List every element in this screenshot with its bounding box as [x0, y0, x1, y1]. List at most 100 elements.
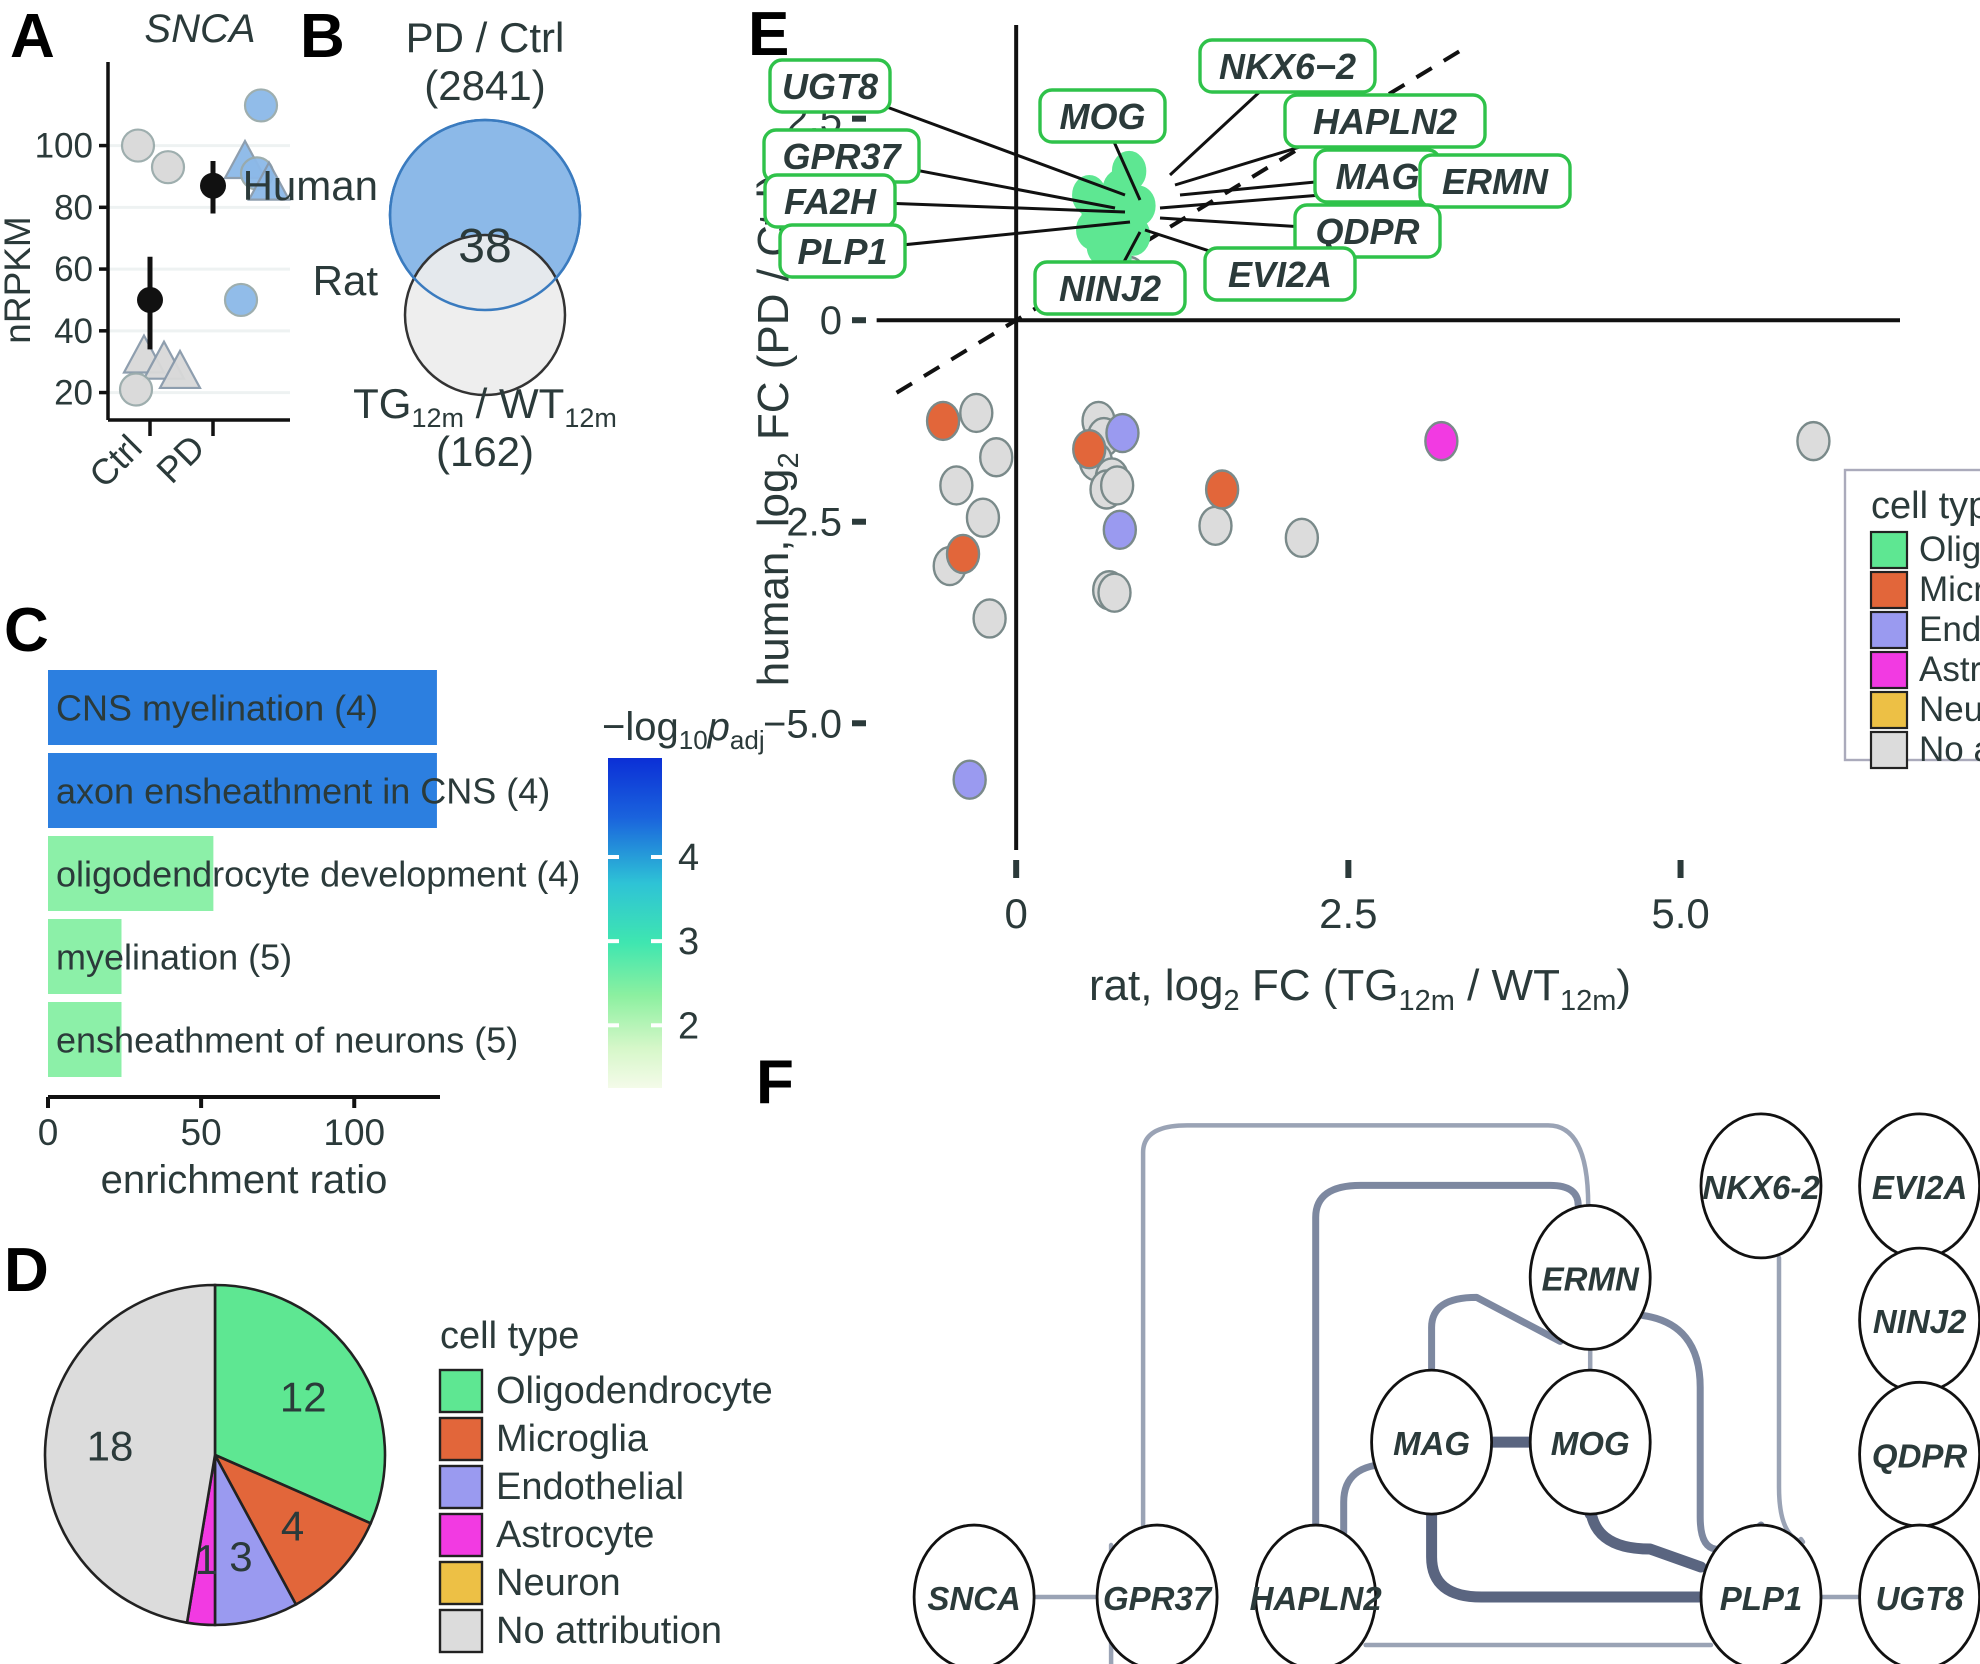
network-node-label: MOG: [1551, 1425, 1630, 1462]
scatter-point: [1284, 517, 1320, 559]
gene-label: HAPLN2: [1313, 101, 1457, 142]
legend-swatch: [438, 1608, 484, 1654]
c-x-axis-label: enrichment ratio: [101, 1158, 388, 1202]
venn-intersection-count: 38: [458, 220, 511, 273]
panel-f-network: SNCA GPR37 HAPLN2 MAG MOG ERMN NKX6-2 EVI2A NINJ…: [912, 1112, 1980, 1664]
colorbar-tick-label: 4: [678, 837, 699, 879]
pie-slice-value: 12: [280, 1373, 327, 1420]
e-legend-label: Oligodendrocyte: [1919, 530, 1980, 569]
scatter-point: [939, 465, 974, 506]
panel-d-piechart: 1243118cell typeOligodendrocyteMicroglia…: [43, 1283, 773, 1654]
panel-e-scatter: 2.50−2.5−5.00 2.5 5.0human, log2 FC (PD / …: [749, 25, 1980, 1017]
pie-slice-value: 4: [281, 1502, 304, 1549]
scatter-point: [1102, 509, 1138, 550]
data-point: [243, 88, 279, 123]
bar-label: myelination (5): [56, 937, 292, 978]
e-x-tick-label: 2.5: [1319, 890, 1377, 937]
bar-label: CNS myelination (4): [56, 688, 378, 729]
e-x-tick-label: 5.0: [1651, 890, 1709, 937]
scatter-point: [1105, 412, 1140, 454]
y-tick-label: 40: [54, 312, 93, 351]
gene-label: ERMN: [1442, 161, 1549, 202]
e-legend-title: cell type: [1871, 485, 1980, 527]
legend-swatch: [438, 1368, 484, 1414]
scatter-point: [1424, 420, 1459, 462]
legend-swatch: [438, 1416, 484, 1462]
scatter-point: [1796, 420, 1831, 462]
colorbar-tick-label: 3: [678, 921, 699, 963]
network-node-label: GPR37: [1103, 1580, 1213, 1617]
scatter-point: [1097, 572, 1132, 613]
e-y-tick-label: 0: [820, 299, 842, 343]
gene-label: UGT8: [782, 66, 878, 107]
e-legend-swatch: [1869, 570, 1909, 610]
legend-label: No attribution: [496, 1610, 722, 1652]
colorbar-tick-label: 2: [678, 1005, 699, 1047]
e-legend-label: Astrocyte: [1919, 650, 1980, 689]
c-x-tick-label: 100: [323, 1112, 385, 1153]
gene-label: PLP1: [797, 231, 887, 272]
gene-label: QDPR: [1315, 211, 1419, 252]
bar-label: ensheathment of neurons (5): [56, 1020, 518, 1061]
colorbar: [608, 758, 662, 1088]
y-tick-label: 60: [54, 250, 93, 289]
network-node-label: PLP1: [1720, 1580, 1803, 1617]
network-node-label: ERMN: [1542, 1260, 1640, 1297]
legend-label: Oligodendrocyte: [496, 1370, 773, 1412]
pie-slice-value: 3: [229, 1533, 252, 1580]
bar-label: axon ensheathment in CNS (4): [56, 771, 550, 812]
gene-label: EVI2A: [1228, 254, 1332, 295]
gene-label: MOG: [1060, 96, 1146, 137]
scatter-point: [1076, 209, 1111, 251]
network-node-label: QDPR: [1872, 1437, 1968, 1474]
network-edge: [1776, 1255, 1806, 1545]
scatter-point: [965, 497, 1001, 538]
legend-title: cell type: [440, 1315, 579, 1357]
network-node-label: EVI2A: [1872, 1169, 1967, 1206]
network-node-label: SNCA: [927, 1580, 1021, 1617]
legend-swatch: [438, 1464, 484, 1510]
panel-c: CNS myelination (4) axon ensheathment in …: [0, 640, 800, 1240]
venn-label-rat: Rat: [313, 257, 379, 304]
x-tick-label: Ctrl: [81, 427, 150, 496]
pie-slice-value: 18: [87, 1422, 134, 1469]
e-legend-label: Microglia: [1919, 570, 1980, 609]
mean-marker: [137, 286, 163, 313]
scatter-point: [1204, 469, 1240, 510]
y-axis-label: nRPKM: [0, 216, 38, 343]
venn-bottom-label: TG12m / WT12m: [353, 380, 617, 433]
e-legend-label: Neuron: [1919, 690, 1980, 729]
scatter-point: [1121, 185, 1156, 226]
gene-label: MAG: [1336, 156, 1420, 197]
scatter-point: [1111, 150, 1147, 192]
scatter-point: [925, 400, 961, 442]
data-point: [120, 128, 156, 163]
venn-bottom-count: (162): [436, 428, 534, 475]
x-tick-label: PD: [148, 427, 212, 491]
panel-d: 12 4 3 1 18 cell type Oligodendrocyte Microglia…: [0, 1250, 773, 1664]
venn-top-count: (2841): [424, 62, 545, 109]
gene-label: NINJ2: [1059, 268, 1161, 309]
panel-f: SNCA GPR37 HAPLN2 MAG MOG ERMN NKX6-2 EVI2A NINJ…: [740, 1030, 1980, 1664]
network-node-label: HAPLN2: [1250, 1580, 1383, 1617]
panel-e: 2.5 0 −2.5 −5.0 0 2.5 5.0 human, log2 FC (PD / …: [740, 0, 1980, 1030]
e-legend-swatch: [1869, 730, 1909, 770]
scatter-point: [1072, 428, 1107, 470]
legend-label: Neuron: [496, 1562, 621, 1604]
e-legend-swatch: [1869, 650, 1909, 690]
network-node-label: NINJ2: [1873, 1303, 1967, 1340]
y-tick-label: 80: [54, 188, 93, 227]
panel-a-title: SNCA: [144, 7, 255, 51]
gene-label: NKX6−2: [1219, 46, 1356, 87]
panel-c-barchart: CNS myelination (4) axon ensheathment in …: [38, 670, 765, 1202]
legend-label: Endothelial: [496, 1466, 684, 1508]
panel-b-venn: PD / Ctrl(2841) 38 Human Rat TG12m / WT12m(1…: [243, 14, 617, 475]
legend-label: Microglia: [496, 1418, 649, 1460]
scatter-point: [972, 598, 1007, 639]
scatter-point: [979, 437, 1014, 478]
legend-swatch: [438, 1560, 484, 1606]
network-node-label: MAG: [1393, 1425, 1470, 1462]
e-legend-swatch: [1869, 530, 1909, 570]
panel-a: SNCA 20 40 60 80 100 nRPKM Ctrl PD: [0, 0, 300, 495]
scatter-point: [952, 759, 987, 800]
